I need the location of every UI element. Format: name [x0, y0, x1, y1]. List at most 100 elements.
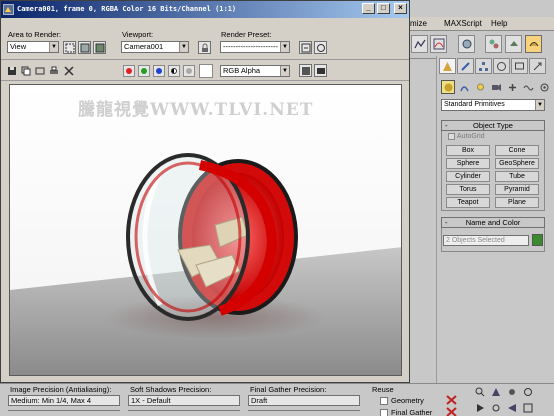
shapes-icon[interactable]	[457, 80, 471, 94]
image-precision-label: Image Precision (Antialiasing):	[10, 385, 112, 394]
helpers-icon[interactable]	[505, 80, 519, 94]
teapot-button[interactable]: Teapot	[446, 197, 490, 208]
lock-viewport-icon[interactable]	[198, 41, 211, 54]
soft-shadows-field[interactable]: 1X - Default	[128, 395, 240, 406]
tube-button[interactable]: Tube	[495, 171, 539, 182]
red-channel-toggle[interactable]	[123, 65, 135, 77]
final-gather-label: Final Gather Precision:	[250, 385, 327, 394]
torus-button[interactable]: Torus	[446, 184, 490, 195]
image-precision-field[interactable]: Medium: Min 1/4, Max 4	[8, 395, 120, 406]
copy-image-icon[interactable]	[21, 66, 31, 76]
geometry-icon[interactable]	[441, 80, 455, 94]
systems-icon[interactable]	[537, 80, 551, 94]
chevron-down-icon: ▼	[49, 42, 58, 52]
hierarchy-tab-icon[interactable]	[475, 58, 492, 74]
object-name-field[interactable]: 2 Objects Selected	[443, 235, 529, 246]
background-color-swatch[interactable]	[199, 64, 213, 78]
schematic-view-icon[interactable]	[458, 35, 475, 53]
channel-display-value: RGB Alpha	[223, 66, 261, 75]
create-tab-icon[interactable]	[439, 58, 456, 74]
render-setup-icon[interactable]	[299, 41, 312, 54]
clear-final-gather-cache-icon[interactable]	[446, 407, 457, 416]
menu-customize[interactable]: mize	[410, 19, 427, 28]
region-select-icon[interactable]	[93, 41, 106, 54]
reuse-geometry-label: Geometry	[391, 396, 424, 405]
object-type-rollout-header[interactable]: - Object Type	[441, 120, 545, 131]
zoom-icon[interactable]	[474, 386, 485, 397]
menu-help[interactable]: Help	[491, 19, 507, 28]
viewport-dropdown[interactable]: Camera001 ▼	[121, 41, 189, 53]
lights-icon[interactable]	[473, 80, 487, 94]
autogrid-checkbox[interactable]	[448, 133, 455, 140]
reuse-final-gather-checkbox[interactable]	[380, 409, 388, 416]
reuse-geometry-checkbox[interactable]	[380, 397, 388, 406]
monochrome-toggle[interactable]	[183, 65, 195, 77]
save-image-icon[interactable]	[7, 66, 17, 76]
soft-shadows-slider[interactable]	[128, 410, 240, 413]
alpha-channel-icon	[171, 68, 177, 74]
curve-editor-icon[interactable]	[430, 35, 447, 53]
green-channel-icon	[141, 68, 147, 74]
maximize-icon[interactable]: □	[377, 3, 390, 14]
material-editor-icon[interactable]	[485, 35, 502, 53]
channel-display-dropdown[interactable]: RGB Alpha ▼	[220, 65, 290, 77]
menu-maxscript[interactable]: MAXScript	[444, 19, 482, 28]
cylinder-button[interactable]: Cylinder	[446, 171, 490, 182]
collapse-icon: -	[445, 218, 448, 227]
utilities-tab-icon[interactable]	[529, 58, 546, 74]
sphere-button[interactable]: Sphere	[446, 158, 490, 169]
name-color-rollout-header[interactable]: - Name and Color	[441, 217, 545, 228]
primitive-category-dropdown[interactable]: Standard Primitives ▼	[441, 99, 545, 111]
max-menubar: mize MAXScript Help	[405, 17, 554, 31]
reuse-final-gather-label: Final Gather	[391, 408, 433, 416]
geosphere-button[interactable]: GeoSphere	[495, 158, 539, 169]
auto-region-icon[interactable]	[78, 41, 91, 54]
environment-effects-icon[interactable]	[314, 41, 327, 54]
cone-button[interactable]: Cone	[495, 145, 539, 156]
edit-region-icon[interactable]	[63, 41, 76, 54]
chevron-down-icon: ▼	[535, 100, 544, 110]
toggle-ui-overlay-icon[interactable]	[314, 64, 327, 77]
close-icon[interactable]: ×	[394, 3, 407, 14]
red-channel-icon	[126, 68, 132, 74]
walkthrough-icon[interactable]	[490, 402, 501, 413]
cameras-icon[interactable]	[489, 80, 503, 94]
pyramid-button[interactable]: Pyramid	[495, 184, 539, 195]
minimize-icon[interactable]: _	[362, 3, 375, 14]
render-frame-icon[interactable]	[525, 35, 542, 53]
play-icon[interactable]	[474, 402, 485, 413]
pan-icon[interactable]	[506, 386, 517, 397]
motion-tab-icon[interactable]	[493, 58, 510, 74]
zoom-all-icon[interactable]	[490, 386, 501, 397]
final-gather-slider[interactable]	[248, 410, 360, 413]
display-alpha-icon[interactable]	[299, 64, 312, 77]
green-channel-toggle[interactable]	[138, 65, 150, 77]
clone-frame-window-icon[interactable]	[35, 66, 45, 76]
rendered-image	[10, 85, 401, 375]
max-main-toolbar	[405, 31, 554, 59]
blue-channel-toggle[interactable]	[153, 65, 165, 77]
soft-shadows-label: Soft Shadows Precision:	[130, 385, 212, 394]
render-preset-dropdown[interactable]: ---------------------- ▼	[220, 41, 290, 53]
plane-button[interactable]: Plane	[495, 197, 539, 208]
window-title-bar[interactable]: Camera001, frame 0, RGBA Color 16 Bits/C…	[1, 1, 409, 18]
object-color-swatch[interactable]	[532, 234, 543, 246]
final-gather-field[interactable]: Draft	[248, 395, 360, 406]
clear-geometry-cache-icon[interactable]	[446, 395, 457, 405]
field-of-view-icon[interactable]	[506, 402, 517, 413]
orbit-icon[interactable]	[522, 386, 533, 397]
box-button[interactable]: Box	[446, 145, 490, 156]
display-tab-icon[interactable]	[511, 58, 528, 74]
image-precision-slider[interactable]	[8, 410, 120, 413]
print-image-icon[interactable]	[49, 66, 59, 76]
alpha-channel-toggle[interactable]	[168, 65, 180, 77]
clear-image-icon[interactable]	[64, 66, 74, 76]
rendered-image-viewport[interactable]: 騰龍視覺WWW.TLVI.NET	[9, 84, 402, 376]
modify-tab-icon[interactable]	[457, 58, 474, 74]
graph-editor-icon[interactable]	[411, 35, 428, 53]
render-setup-icon[interactable]	[505, 35, 522, 53]
area-to-render-dropdown[interactable]: View ▼	[7, 41, 59, 53]
maximize-viewport-icon[interactable]	[522, 402, 533, 413]
area-to-render-label: Area to Render:	[8, 30, 61, 39]
space-warps-icon[interactable]	[521, 80, 535, 94]
